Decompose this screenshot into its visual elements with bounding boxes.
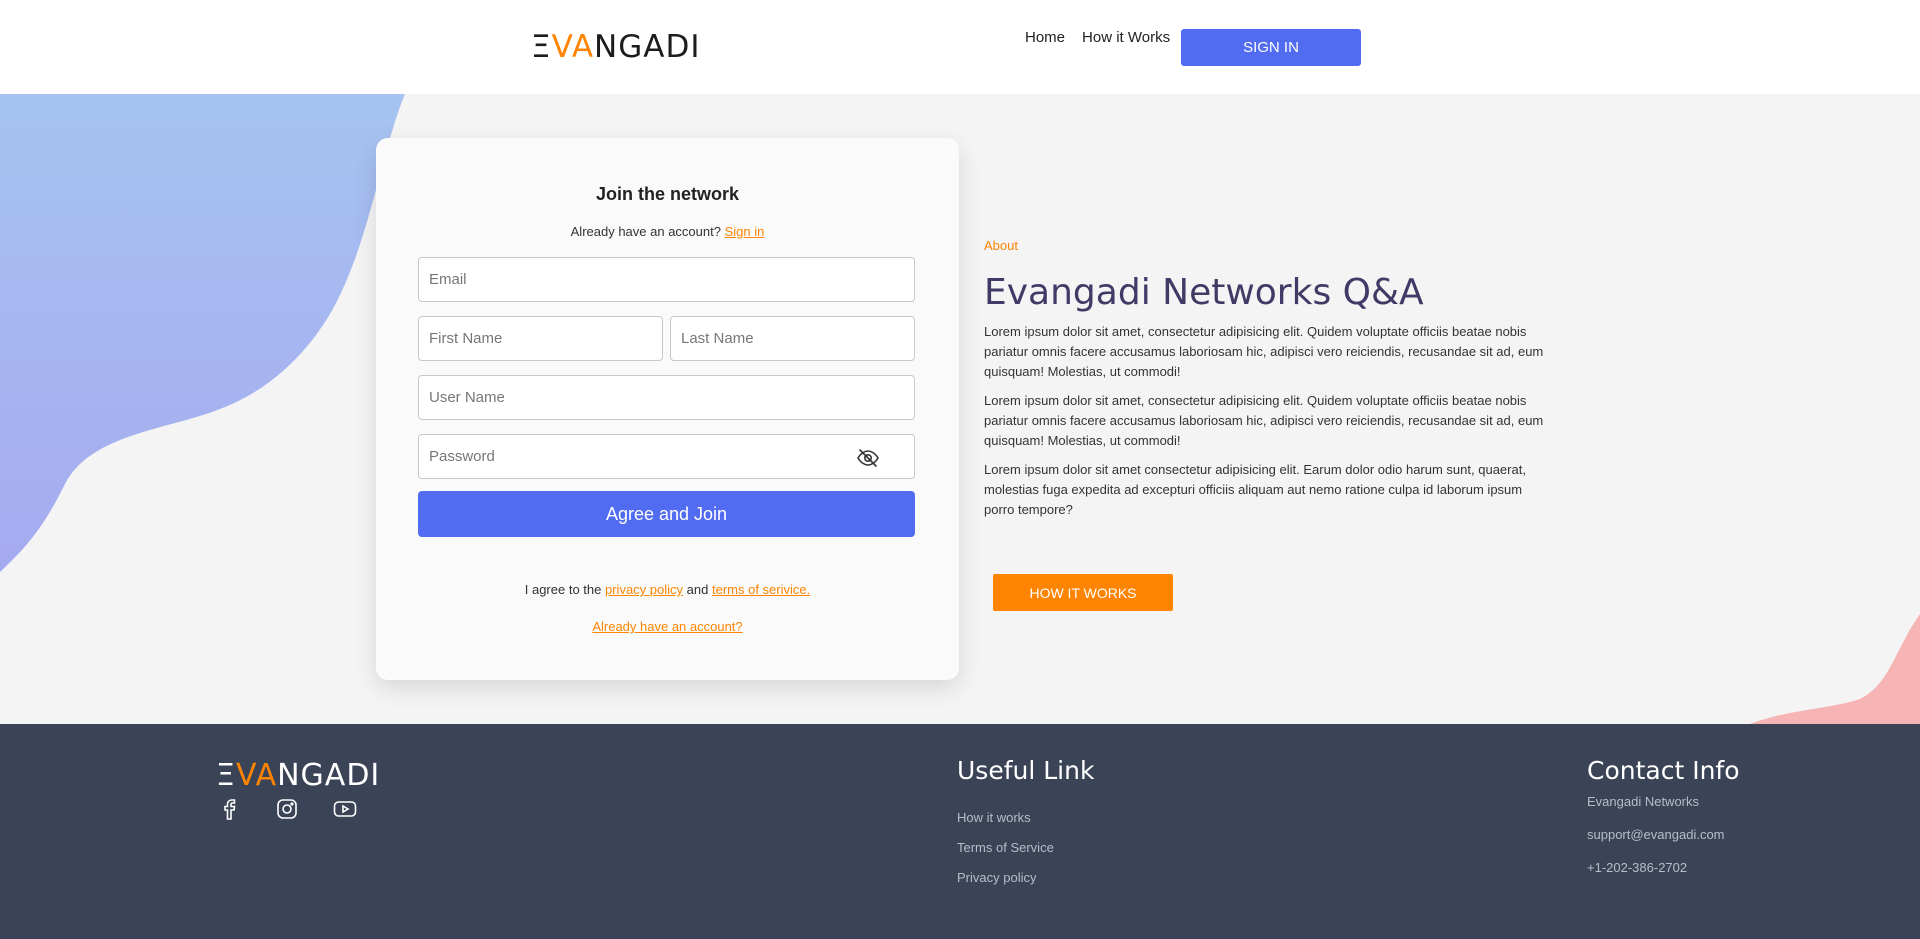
- logo-part-accent: VA: [551, 29, 595, 65]
- social-links: [216, 796, 390, 822]
- already-have-account-link[interactable]: Already have an account?: [592, 619, 742, 634]
- agree-and-join-button[interactable]: Agree and Join: [418, 491, 915, 537]
- useful-links-title: Useful Link: [957, 756, 1095, 785]
- footer-link-how-it-works[interactable]: How it works: [957, 810, 1094, 825]
- nav-how-it-works-link[interactable]: How it Works: [1082, 29, 1170, 46]
- useful-links-section: Useful Link How it works Terms of Servic…: [957, 756, 1094, 900]
- site-header: ΞVANGADI Home How it Works SIGN IN: [0, 0, 1920, 94]
- and-text: and: [686, 582, 709, 597]
- username-field[interactable]: [418, 375, 915, 420]
- about-paragraph-1: Lorem ipsum dolor sit amet, consectetur …: [984, 324, 1544, 379]
- sign-in-link[interactable]: Sign in: [725, 224, 765, 239]
- logo-part-left: Ξ: [531, 29, 552, 65]
- password-field[interactable]: [418, 434, 915, 479]
- footer-logo[interactable]: ΞVANGADI: [216, 758, 380, 793]
- contact-info-title: Contact Info: [1587, 756, 1740, 785]
- footer-logo-part-accent: VA: [235, 758, 278, 793]
- youtube-icon[interactable]: [332, 796, 358, 822]
- main-nav: Home How it Works: [1025, 29, 1187, 46]
- sign-in-button[interactable]: SIGN IN: [1181, 29, 1361, 66]
- contact-email[interactable]: support@evangadi.com: [1587, 827, 1740, 842]
- logo-part-rest: NGADI: [594, 29, 701, 65]
- agree-prefix: I agree to the: [524, 582, 602, 597]
- already-have-account-line: Already have an account?: [376, 619, 959, 634]
- have-account-text: Already have an account?: [570, 224, 721, 239]
- first-name-field[interactable]: [418, 316, 663, 361]
- main-section: Join the network Already have an account…: [0, 94, 1920, 724]
- instagram-icon[interactable]: [274, 796, 300, 822]
- terms-of-service-link[interactable]: terms of serivice.: [712, 582, 810, 597]
- site-footer: ΞVANGADI Useful Link How it works Terms …: [0, 724, 1920, 939]
- footer-logo-part-left: Ξ: [216, 758, 236, 793]
- useful-links-list: How it works Terms of Service Privacy po…: [957, 810, 1094, 885]
- email-field[interactable]: [418, 257, 915, 302]
- contact-info-section: Contact Info Evangadi Networks support@e…: [1587, 756, 1740, 875]
- nav-home-link[interactable]: Home: [1025, 29, 1065, 46]
- footer-link-terms[interactable]: Terms of Service: [957, 840, 1094, 855]
- decorative-blob-right: [1750, 614, 1920, 724]
- about-label: About: [984, 238, 1018, 253]
- agree-line: I agree to the privacy policy and terms …: [376, 582, 959, 597]
- have-account-line: Already have an account? Sign in: [376, 224, 959, 239]
- eye-slash-icon[interactable]: [856, 446, 880, 470]
- privacy-policy-link[interactable]: privacy policy: [605, 582, 683, 597]
- footer-link-privacy[interactable]: Privacy policy: [957, 870, 1094, 885]
- about-paragraph-2: Lorem ipsum dolor sit amet, consectetur …: [984, 393, 1544, 448]
- decorative-blob-left: [0, 94, 405, 572]
- contact-company: Evangadi Networks: [1587, 794, 1699, 809]
- how-it-works-button[interactable]: HOW IT WORKS: [993, 574, 1173, 611]
- signup-card: Join the network Already have an account…: [376, 138, 959, 680]
- facebook-icon[interactable]: [216, 796, 242, 822]
- about-title: Evangadi Networks Q&A: [984, 272, 1424, 313]
- last-name-field[interactable]: [670, 316, 915, 361]
- about-section: About Evangadi Networks Q&A Lorem ipsum …: [984, 238, 1544, 520]
- contact-phone[interactable]: +1-202-386-2702: [1587, 860, 1740, 875]
- footer-logo-part-rest: NGADI: [277, 758, 381, 793]
- evangadi-logo[interactable]: ΞVANGADI: [531, 29, 700, 65]
- signup-title: Join the network: [595, 184, 739, 204]
- about-paragraph-3: Lorem ipsum dolor sit amet consectetur a…: [984, 462, 1526, 517]
